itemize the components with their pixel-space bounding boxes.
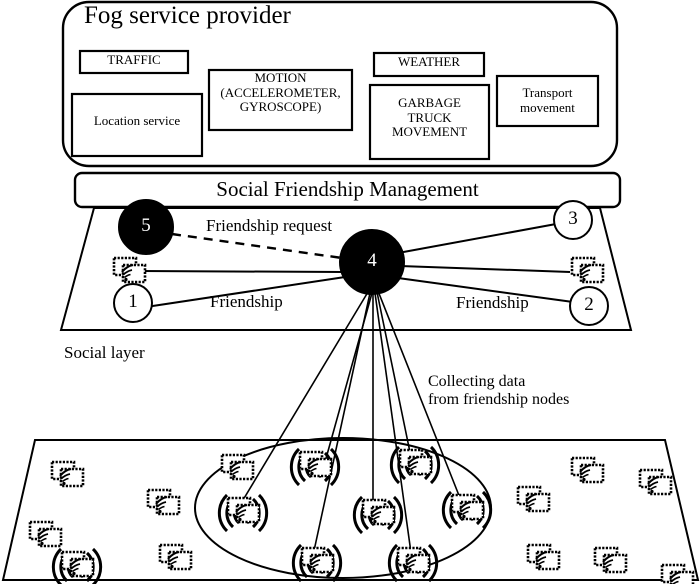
edge-label-friendship-right: Friendship xyxy=(456,293,529,312)
node-3-label: 3 xyxy=(568,208,578,229)
edge-4-to-1a xyxy=(139,270,345,273)
iot-device[interactable] xyxy=(516,485,551,513)
node-5-label: 5 xyxy=(141,215,151,236)
iot-device[interactable] xyxy=(660,563,695,584)
iot-device[interactable] xyxy=(217,493,269,533)
node-4-label: 4 xyxy=(367,250,377,271)
diagram-canvas: Fog service provider TRAFFIC Location se… xyxy=(0,0,700,584)
service-label-garbage-truck-movement: GARBAGE TRUCK MOVEMENT xyxy=(391,95,468,140)
data-collection-edges xyxy=(239,290,461,561)
iot-device[interactable] xyxy=(593,546,628,574)
iot-device[interactable] xyxy=(526,543,561,571)
iot-device[interactable] xyxy=(50,460,85,488)
service-label-location-service: Location service xyxy=(93,113,181,128)
node-2-label: 2 xyxy=(584,294,594,315)
iot-device[interactable] xyxy=(158,543,193,571)
social-friendship-management-label: Social Friendship Management xyxy=(216,177,479,201)
iot-device[interactable] xyxy=(28,520,63,548)
fog-service-provider-title: Fog service provider xyxy=(84,2,291,29)
service-label-transport-movement: Transport movement xyxy=(520,85,575,115)
service-label-motion: MOTION (ACCELEROMETER, GYROSCOPE) xyxy=(220,70,341,115)
edge-label-collecting-data: Collecting data from friendship nodes xyxy=(428,373,570,408)
iot-device[interactable] xyxy=(146,488,181,516)
iot-device[interactable] xyxy=(387,543,439,583)
edge-label-friendship-left: Friendship xyxy=(210,292,283,311)
edge-label-friendship-request: Friendship request xyxy=(206,216,333,235)
iot-device[interactable] xyxy=(220,453,255,481)
service-label-traffic: TRAFFIC xyxy=(107,52,161,67)
iot-device-group xyxy=(28,445,695,584)
iot-device[interactable] xyxy=(289,447,341,487)
iot-device[interactable] xyxy=(638,468,673,496)
iot-device[interactable] xyxy=(352,495,404,535)
iot-device[interactable] xyxy=(570,456,605,484)
iot-device[interactable] xyxy=(51,547,103,584)
node-1-label: 1 xyxy=(128,291,138,312)
service-label-weather: WEATHER xyxy=(397,54,461,69)
social-layer-label: Social layer xyxy=(64,343,145,362)
iot-device[interactable] xyxy=(441,490,493,530)
